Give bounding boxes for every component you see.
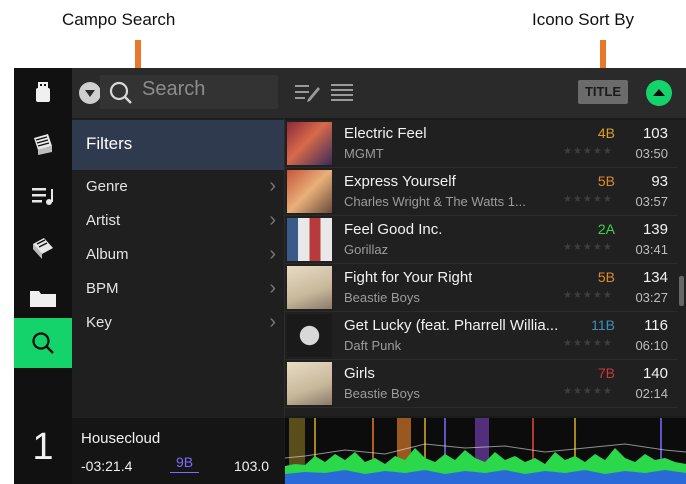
playlist-icon[interactable] (14, 172, 72, 220)
source-rail: 1 (14, 68, 72, 484)
usb-drive-icon[interactable] (14, 68, 72, 116)
search-icon[interactable] (14, 318, 72, 368)
rating-stars[interactable]: ★★★★★ (563, 194, 613, 205)
track-artist: Beastie Boys (344, 290, 420, 305)
edit-list-icon[interactable] (294, 81, 320, 110)
track-bpm: 93 (651, 173, 668, 190)
track-list: Electric Feel MGMT 4B 103 ★★★★★ 03:50 Ex… (285, 120, 686, 416)
deck-time-remaining: -03:21.4 (81, 458, 133, 474)
track-artist: MGMT (344, 146, 384, 161)
album-art (287, 122, 332, 165)
track-title: Express Yourself (344, 173, 456, 190)
track-row[interactable]: Fight for Your Right Beastie Boys 5B 134… (285, 264, 678, 312)
filters-header[interactable]: Filters (72, 120, 284, 170)
callout-sort-icon: Icono Sort By (532, 10, 635, 29)
filter-item-key[interactable]: Key › (72, 308, 284, 342)
filter-item-label: Genre (86, 178, 128, 195)
track-title: Fight for Your Right (344, 269, 473, 286)
track-key: 11B (591, 317, 615, 333)
filter-item-album[interactable]: Album › (72, 240, 284, 274)
list-icon[interactable] (330, 81, 354, 110)
track-row[interactable]: Feel Good Inc. Gorillaz 2A 139 ★★★★★ 03:… (285, 216, 678, 264)
track-row[interactable]: Express Yourself Charles Wright & The Wa… (285, 168, 678, 216)
chevron-right-icon: › (269, 209, 276, 231)
track-artist: Gorillaz (344, 242, 389, 257)
track-row[interactable]: Electric Feel MGMT 4B 103 ★★★★★ 03:50 (285, 120, 678, 168)
track-title: Get Lucky (feat. Pharrell Willia... (344, 317, 559, 334)
track-bpm: 116 (644, 317, 668, 334)
track-artist: Charles Wright & The Watts 1... (344, 194, 526, 209)
filter-item-label: Key (86, 314, 112, 331)
rating-stars[interactable]: ★★★★★ (563, 242, 613, 253)
sort-label: TITLE (584, 84, 622, 99)
sort-by-button[interactable]: TITLE (578, 80, 628, 104)
folder-icon[interactable] (14, 274, 72, 322)
track-duration: 03:41 (635, 242, 668, 257)
track-title: Feel Good Inc. (344, 221, 443, 238)
chevron-right-icon: › (269, 175, 276, 197)
rating-stars[interactable]: ★★★★★ (563, 386, 613, 397)
track-duration: 03:50 (635, 146, 668, 161)
track-duration: 03:27 (635, 290, 668, 305)
filter-item-genre[interactable]: Genre › (72, 172, 284, 206)
rating-stars[interactable]: ★★★★★ (563, 290, 613, 301)
filter-item-artist[interactable]: Artist › (72, 206, 284, 240)
deck-key: 9B (170, 454, 200, 473)
search-field-icon (108, 80, 134, 111)
deck-bpm: 103.0 (234, 458, 270, 474)
chevron-right-icon: › (269, 311, 276, 333)
deck-number: 1 (32, 426, 54, 468)
track-list-scrollbar[interactable] (679, 276, 684, 306)
track-waveform[interactable] (284, 418, 686, 484)
track-key: 7B (597, 365, 615, 381)
deck-track-title: Housecloud (81, 430, 161, 447)
rating-stars[interactable]: ★★★★★ (563, 338, 613, 349)
track-artist: Daft Punk (344, 338, 402, 353)
track-title: Electric Feel (344, 125, 427, 142)
track-duration: 02:14 (635, 386, 668, 401)
filter-item-bpm[interactable]: BPM › (72, 274, 284, 308)
track-key: 4B (597, 125, 615, 141)
rating-stars[interactable]: ★★★★★ (563, 146, 613, 157)
album-art (287, 362, 332, 405)
track-bpm: 103 (642, 125, 668, 142)
track-key: 5B (597, 269, 615, 285)
track-key: 2A (597, 221, 615, 237)
track-artist: Beastie Boys (344, 386, 420, 401)
crates-icon[interactable] (14, 120, 72, 168)
prepare-icon[interactable] (14, 224, 72, 272)
track-bpm: 139 (642, 221, 668, 238)
track-title: Girls (344, 365, 375, 382)
chevron-down-icon[interactable] (79, 82, 101, 104)
track-row[interactable]: Girls Beastie Boys 7B 140 ★★★★★ 02:14 (285, 360, 678, 408)
callout-search-field: Campo Search (62, 10, 176, 29)
filter-item-label: Artist (86, 212, 121, 229)
album-art (287, 314, 332, 357)
search-placeholder: Search (142, 78, 206, 100)
filters-label: Filters (86, 134, 133, 153)
chevron-right-icon: › (269, 277, 276, 299)
album-art (287, 266, 332, 309)
filter-item-label: BPM (86, 280, 119, 297)
track-duration: 06:10 (635, 338, 668, 353)
device-screen: 1 Search TITLE Filters Genre › Artist › … (14, 68, 686, 484)
track-row[interactable]: Get Lucky (feat. Pharrell Willia... Daft… (285, 312, 678, 360)
filter-item-label: Album (86, 246, 129, 263)
album-art (287, 218, 332, 261)
track-key: 5B (597, 173, 615, 189)
chevron-right-icon: › (269, 243, 276, 265)
track-bpm: 140 (642, 365, 668, 382)
track-duration: 03:57 (635, 194, 668, 209)
deck-info: Housecloud -03:21.4 9B 103.0 (72, 418, 284, 484)
album-art (287, 170, 332, 213)
arrow-up-icon[interactable] (646, 80, 672, 106)
track-bpm: 134 (642, 269, 668, 286)
